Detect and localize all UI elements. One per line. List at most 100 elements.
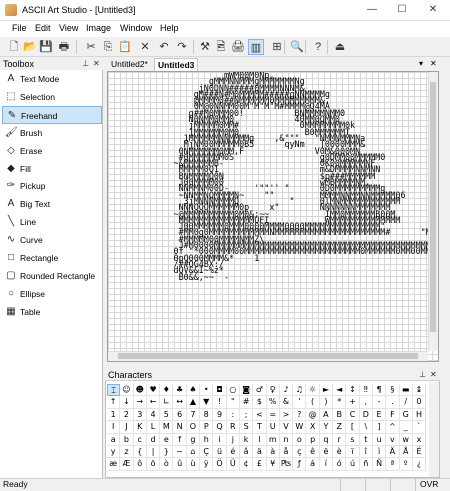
character-cell[interactable]: @ <box>306 408 320 422</box>
close-button[interactable]: ✕ <box>418 0 448 21</box>
character-cell[interactable]: \ <box>359 421 373 434</box>
character-cell[interactable]: ù <box>186 458 201 471</box>
image-icon[interactable]: 🖻 <box>213 39 229 55</box>
character-cell[interactable]: ∟ <box>160 396 174 409</box>
character-cell[interactable]: ☺ <box>120 384 134 397</box>
tool-text-mode[interactable]: A Text Mode <box>2 70 102 88</box>
character-cell[interactable]: z <box>120 445 134 459</box>
character-cell[interactable]: e <box>160 433 174 446</box>
character-cell[interactable]: w <box>399 433 413 446</box>
character-cell[interactable]: % <box>266 396 280 409</box>
character-cell[interactable]: G <box>399 408 413 422</box>
character-cell[interactable]: Ñ <box>372 458 387 471</box>
save-icon[interactable]: 💾 <box>38 39 54 55</box>
pin-icon[interactable]: ⊥ <box>419 370 426 379</box>
character-cell[interactable]: ► <box>319 384 334 397</box>
character-cell[interactable]: ? <box>293 408 307 422</box>
zoom-icon[interactable]: ⊞ <box>269 39 285 55</box>
character-cell[interactable]: J <box>120 421 134 434</box>
printer-setup-icon[interactable]: 🖨 <box>230 39 246 55</box>
character-cell[interactable]: ▼ <box>200 396 214 409</box>
character-cell[interactable]: ‼ <box>359 384 373 397</box>
tools-icon[interactable]: ⚒ <box>197 39 213 55</box>
character-cell[interactable]: , <box>359 396 373 409</box>
character-cell[interactable]: ♪ <box>279 384 294 397</box>
character-cell[interactable]: > <box>279 408 294 422</box>
character-cell[interactable]: ç <box>293 445 307 459</box>
character-cell[interactable]: § <box>386 384 400 397</box>
character-cell[interactable]: ª <box>386 458 400 471</box>
character-cell[interactable]: C <box>346 408 360 422</box>
character-cell[interactable]: P <box>200 421 214 434</box>
copy-icon[interactable]: ⎘ <box>100 39 116 55</box>
drawing-canvas[interactable]: _mWM00M0Np, gMMMNNMMMgMMMMMMMNg jN0DNN##… <box>107 71 439 362</box>
character-cell[interactable]: ¥ <box>266 458 280 471</box>
character-cell[interactable]: ← <box>146 396 161 409</box>
undo-icon[interactable]: ↶ <box>156 39 172 55</box>
character-cell[interactable]: T <box>253 421 267 434</box>
character-cell[interactable]: û <box>173 458 187 471</box>
character-cell[interactable]: o <box>293 433 307 446</box>
character-cell[interactable]: ! <box>213 396 227 409</box>
character-cell[interactable]: + <box>346 396 360 409</box>
character-cell[interactable]: K <box>133 421 147 434</box>
tool-big-text[interactable]: A Big Text <box>2 195 102 213</box>
character-cell[interactable]: ; <box>239 408 254 422</box>
character-cell[interactable]: d <box>146 433 161 446</box>
character-cell[interactable]: à <box>266 445 280 459</box>
exit-icon[interactable]: ⏏ <box>332 39 348 55</box>
cut-icon[interactable]: ✂ <box>83 39 99 55</box>
character-cell[interactable]: / <box>399 396 413 409</box>
tool-rounded-rectangle[interactable]: ▢ Rounded Rectangle <box>2 267 102 285</box>
character-cell[interactable]: U <box>266 421 280 434</box>
character-cell[interactable]: ♦ <box>160 384 174 397</box>
character-cell[interactable]: ♥ <box>146 384 161 397</box>
character-cell[interactable]: W <box>293 421 307 434</box>
character-cell[interactable]: ♫ <box>293 384 307 397</box>
character-cell[interactable]: ö <box>146 458 161 471</box>
menu-window[interactable]: Window <box>120 23 152 33</box>
character-cell[interactable]: ê <box>306 445 320 459</box>
tool-line[interactable]: ╲ Line <box>2 213 102 231</box>
character-cell[interactable]: ñ <box>359 458 373 471</box>
character-cell[interactable]: 2 <box>120 408 134 422</box>
character-cell[interactable]: E <box>372 408 387 422</box>
character-cell[interactable]: ~ <box>173 445 187 459</box>
character-cell[interactable]: * <box>333 396 347 409</box>
character-cell[interactable]: 8 <box>200 408 214 422</box>
character-cell[interactable]: B <box>333 408 347 422</box>
character-cell[interactable]: Ä <box>386 445 400 459</box>
character-cell[interactable]: ◙ <box>239 384 254 397</box>
grid-toggle-icon[interactable]: ▥ <box>248 39 264 55</box>
delete-icon[interactable]: ✕ <box>137 39 153 55</box>
vertical-scroll-thumb[interactable] <box>430 82 436 332</box>
close-icon[interactable]: ✕ <box>430 370 437 379</box>
character-cell[interactable]: F <box>386 408 400 422</box>
character-cell[interactable]: f <box>173 433 187 446</box>
character-cell[interactable]: ○ <box>226 384 240 397</box>
tool-erase[interactable]: ◇ Erase <box>2 142 102 160</box>
character-cell[interactable]: ì <box>372 445 387 459</box>
character-cell[interactable]: ^ <box>386 421 400 434</box>
menu-edit[interactable]: Edit <box>35 23 51 33</box>
tool-selection[interactable]: ⬚ Selection <box>2 88 102 106</box>
character-cell[interactable]: y <box>107 445 121 459</box>
character-cell[interactable]: ▬ <box>399 384 413 397</box>
character-cell[interactable]: ¢ <box>239 458 254 471</box>
character-cell[interactable]: i <box>213 433 227 446</box>
character-cell[interactable]: ë <box>319 445 334 459</box>
character-cell[interactable]: - <box>372 396 387 409</box>
character-cell[interactable]: 9 <box>213 408 227 422</box>
character-cell[interactable]: [ <box>346 421 360 434</box>
print-icon[interactable]: 🖶 <box>56 39 72 55</box>
character-cell[interactable]: " <box>226 396 240 409</box>
open-folder-icon[interactable]: 📂 <box>22 39 38 55</box>
character-cell[interactable]: é <box>226 445 240 459</box>
character-cell[interactable]: O <box>186 421 201 434</box>
character-cell[interactable]: ◘ <box>213 384 227 397</box>
character-cell[interactable]: l <box>253 433 267 446</box>
character-cell[interactable]: u <box>372 433 387 446</box>
character-cell[interactable]: j <box>226 433 240 446</box>
tool-brush[interactable]: 🖌 Brush <box>2 124 102 142</box>
character-cell[interactable]: | <box>146 445 161 459</box>
